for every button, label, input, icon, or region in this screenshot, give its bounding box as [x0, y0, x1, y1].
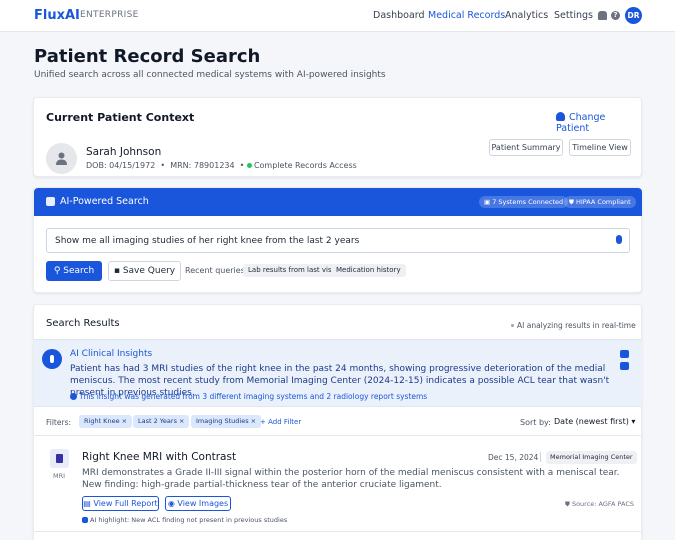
thumbs-down-icon[interactable]	[620, 362, 629, 370]
result-source: ⛊ Source: AGFA PACS	[565, 500, 635, 508]
sort-select[interactable]: Date (newest first) ▾	[554, 414, 635, 430]
separator	[540, 452, 541, 462]
brand-edition: ENTERPRISE	[80, 10, 139, 20]
result-date: Dec 15, 2024	[488, 453, 539, 462]
view-images-button[interactable]: ◉ View Images	[165, 496, 231, 511]
patient-avatar	[46, 143, 77, 174]
result-description: MRI demonstrates a Grade II-III signal w…	[82, 468, 620, 490]
analysis-status: AI analyzing results in real-time	[511, 321, 636, 330]
result-type: MRI	[53, 472, 66, 480]
timeline-view-button[interactable]: Timeline View	[569, 139, 631, 156]
bell-icon[interactable]	[598, 11, 607, 20]
view-full-report-button[interactable]: ▤ View Full Report	[82, 496, 159, 511]
recent-queries-label: Recent queries:	[185, 266, 248, 275]
access-status: Complete Records Access	[253, 161, 357, 170]
insight-title: AI Clinical Insights	[70, 349, 153, 359]
patient-summary-button[interactable]: Patient Summary	[489, 139, 563, 156]
filter-chip-last-2-years[interactable]: Last 2 Years ×	[133, 415, 190, 428]
sort-label: Sort by:	[520, 418, 551, 427]
user-plus-icon	[556, 112, 565, 121]
microphone-icon[interactable]	[616, 235, 622, 244]
divider	[34, 531, 642, 532]
patient-meta: DOB: 04/15/1972 • MRN: 78901234 • Comple…	[86, 161, 357, 170]
patient-name: Sarah Johnson	[86, 146, 162, 158]
recent-query-chip[interactable]: Medication history	[331, 264, 406, 277]
search-results-title: Search Results	[46, 318, 120, 329]
filters-label: Filters:	[46, 418, 72, 427]
help-icon[interactable]: ?	[611, 11, 620, 20]
result-title[interactable]: Right Knee MRI with Contrast	[82, 451, 236, 463]
nav-settings[interactable]: Settings	[554, 10, 593, 21]
recent-query-chip[interactable]: Lab results from last visit	[243, 264, 342, 277]
thumbs-up-icon[interactable]	[620, 350, 629, 358]
divider	[34, 435, 642, 436]
save-query-button[interactable]: ▪ Save Query	[108, 261, 181, 281]
ai-highlight: AI highlight: New ACL finding not presen…	[82, 516, 287, 524]
lightbulb-icon	[42, 349, 62, 369]
nav-analytics[interactable]: Analytics	[505, 10, 548, 21]
brand-logo[interactable]: FluxAI	[34, 8, 80, 23]
nav-medical-records[interactable]: Medical Records	[428, 10, 505, 21]
search-results-card: Search Results AI analyzing results in r…	[33, 304, 642, 540]
top-navigation-bar: FluxAI ENTERPRISE Dashboard Medical Reco…	[0, 0, 675, 32]
robot-icon	[82, 517, 88, 523]
patient-mrn: MRN: 78901234	[170, 161, 235, 170]
patient-dob: DOB: 04/15/1972	[86, 161, 156, 170]
systems-connected-badge: ▣ 7 Systems Connected	[479, 196, 569, 208]
status-dot	[511, 324, 514, 327]
ai-search-card: AI-Powered Search ▣ 7 Systems Connected …	[33, 187, 642, 293]
ai-search-title: AI-Powered Search	[60, 196, 149, 207]
search-query-input[interactable]	[46, 228, 630, 253]
filter-chip-imaging-studies[interactable]: Imaging Studies ×	[191, 415, 262, 428]
add-filter-button[interactable]: + Add Filter	[260, 418, 301, 426]
change-patient-button[interactable]: Change Patient	[556, 112, 641, 134]
user-icon	[56, 152, 67, 165]
info-icon	[70, 393, 77, 400]
ai-insight-panel: AI Clinical Insights Patient has had 3 M…	[34, 339, 642, 407]
access-status-dot	[246, 163, 252, 168]
ai-search-header: AI-Powered Search ▣ 7 Systems Connected …	[34, 188, 642, 216]
hipaa-badge: ⛊ HIPAA Compliant	[564, 196, 636, 208]
patient-context-card: Current Patient Context Change Patient S…	[33, 97, 642, 177]
robot-icon	[46, 197, 55, 206]
filter-chip-right-knee[interactable]: Right Knee ×	[79, 415, 133, 428]
facility-badge: Memorial Imaging Center	[546, 451, 637, 464]
insight-note: This insight was generated from 3 differ…	[70, 392, 427, 401]
search-button[interactable]: ⚲ Search	[46, 261, 102, 281]
user-avatar[interactable]: DR	[625, 7, 642, 24]
page-subtitle: Unified search across all connected medi…	[34, 70, 386, 80]
patient-context-title: Current Patient Context	[46, 111, 195, 124]
nav-dashboard[interactable]: Dashboard	[373, 10, 425, 21]
page-title: Patient Record Search	[34, 46, 261, 67]
mri-icon	[50, 449, 69, 468]
